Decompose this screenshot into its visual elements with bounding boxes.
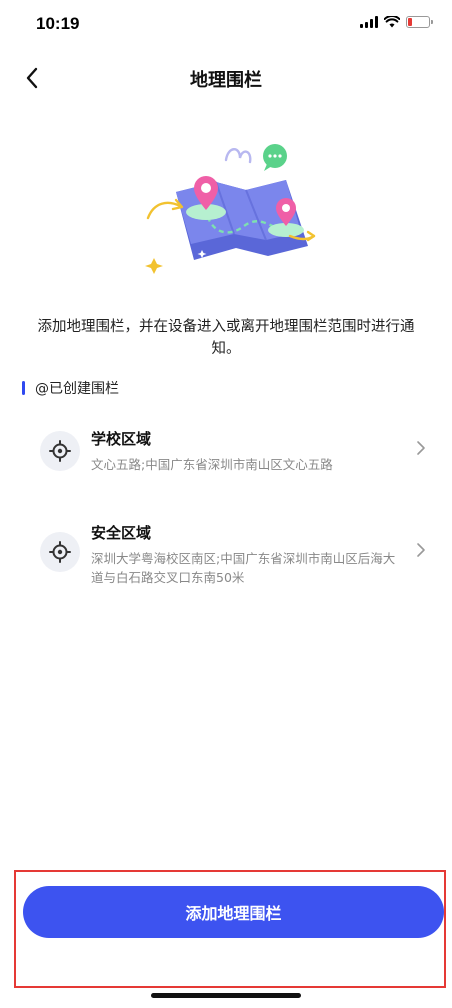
wifi-icon: [384, 16, 400, 28]
add-geofence-button[interactable]: 添加地理围栏: [23, 886, 444, 938]
fence-item-school[interactable]: 学校区域 文心五路;中国广东省深圳市南山区文心五路: [26, 418, 442, 488]
fence-name: 学校区域: [91, 430, 152, 448]
fence-icon-container: [40, 431, 80, 471]
section-title: @已创建围栏: [35, 381, 119, 397]
fence-icon-container: [40, 532, 80, 572]
cellular-signal-icon: [360, 16, 378, 28]
fence-address: 深圳大学粤海校区南区;中国广东省深圳市南山区后海大道与白石路交叉口东南50米: [91, 551, 396, 585]
home-indicator: [151, 993, 301, 998]
geofence-map-illustration: [145, 144, 316, 274]
page-title: 地理围栏: [190, 70, 262, 91]
target-location-icon: [49, 440, 71, 462]
fence-list: 学校区域 文心五路;中国广东省深圳市南山区文心五路 安全区域 深圳大学粤海校区南…: [26, 418, 442, 585]
section-accent-bar: [22, 381, 25, 395]
target-location-icon: [49, 541, 71, 563]
status-icons: [360, 16, 433, 28]
battery-icon: [406, 16, 433, 28]
fence-address: 文心五路;中国广东省深圳市南山区文心五路: [91, 457, 333, 472]
section-header: @已创建围栏: [22, 378, 119, 398]
nav-bar: 地理围栏: [0, 52, 452, 102]
status-bar: 10:19: [0, 0, 452, 50]
fence-name: 安全区域: [91, 524, 152, 542]
intro-text: 添加地理围栏，并在设备进入或离开地理围栏范围时进行通知。: [37, 319, 415, 357]
status-time: 10:19: [36, 14, 80, 33]
chevron-right-icon: [417, 441, 425, 455]
fence-item-safe[interactable]: 安全区域 深圳大学粤海校区南区;中国广东省深圳市南山区后海大道与白石路交叉口东南…: [26, 512, 442, 585]
chat-bubble-icon: [263, 144, 287, 171]
chevron-right-icon: [417, 543, 425, 557]
